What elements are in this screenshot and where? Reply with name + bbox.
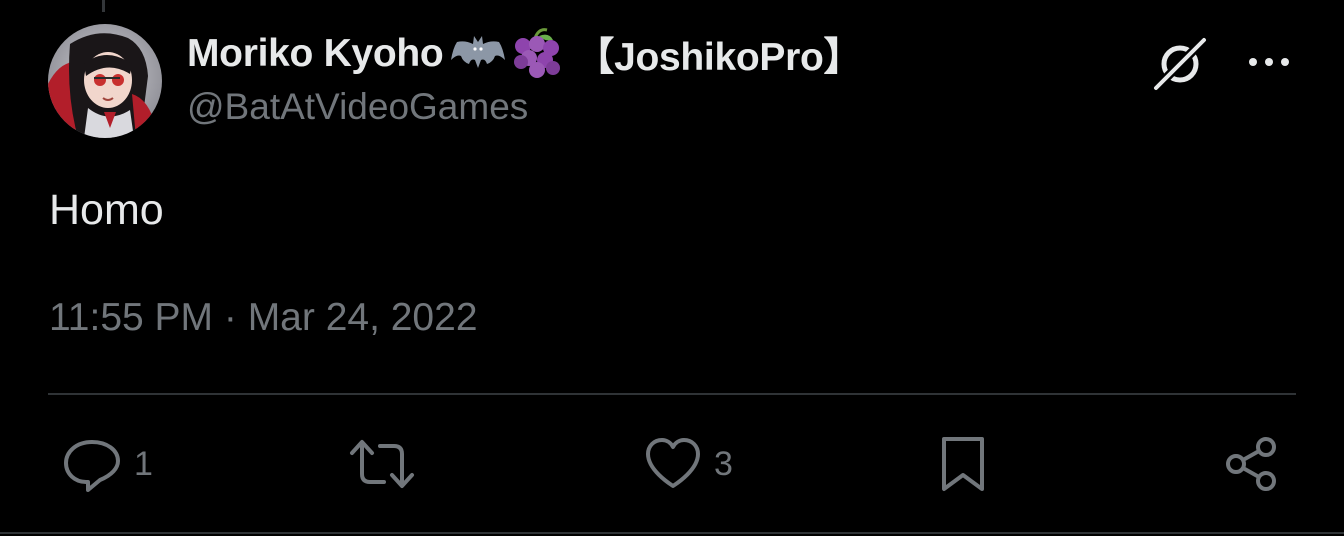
reply-count: 1 [134,444,153,483]
share-button[interactable] [1224,434,1280,494]
bat-emoji [451,34,506,74]
share-icon [1226,437,1276,491]
tweet-text: Homo [49,186,164,234]
retweet-icon [350,440,414,488]
author-handle[interactable]: @BatAtVideoGames [187,86,528,128]
author-name-row[interactable]: Moriko Kyoho 【JoshikoPro】 [187,26,863,82]
thread-line [102,0,105,12]
grok-icon[interactable] [1150,36,1210,92]
author-affiliation[interactable]: 【JoshikoPro】 [575,26,862,82]
bookmark-icon [942,437,984,491]
grapes-emoji [509,28,563,80]
like-button[interactable]: 3 [644,434,733,494]
reply-button[interactable]: 1 [62,434,153,494]
divider [48,393,1296,395]
avatar[interactable] [48,24,162,138]
tweet-timestamp[interactable]: 11:55 PM · Mar 24, 2022 [49,296,478,340]
retweet-button[interactable] [348,434,428,494]
more-icon[interactable] [1244,44,1294,80]
heart-icon [646,438,700,488]
bottom-divider [0,532,1344,534]
like-count: 3 [714,444,733,483]
author-display-name[interactable]: Moriko Kyoho [187,32,444,76]
bookmark-button[interactable] [938,434,988,494]
reply-icon [64,440,120,492]
